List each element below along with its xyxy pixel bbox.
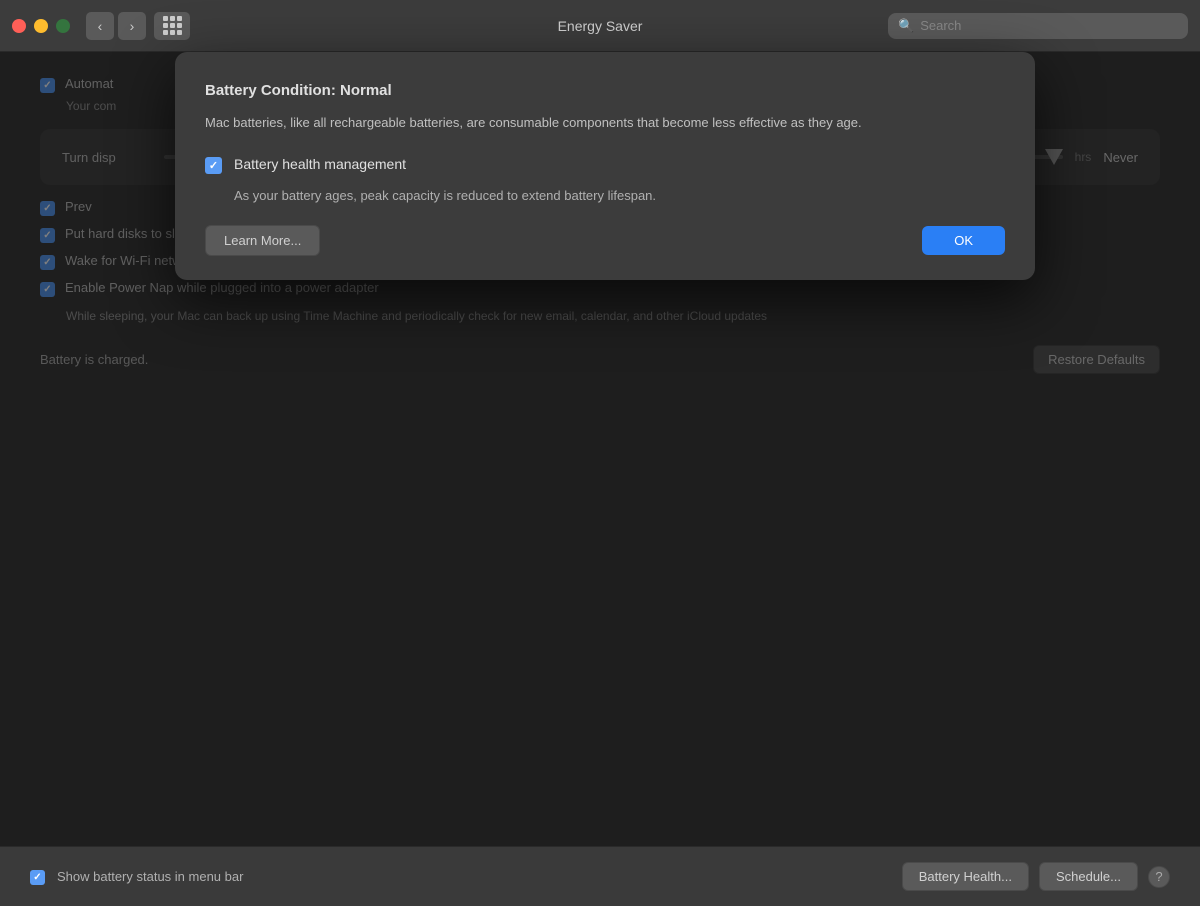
traffic-lights	[12, 19, 70, 33]
grid-icon	[163, 16, 182, 35]
grid-button[interactable]	[154, 12, 190, 40]
minimize-button[interactable]	[34, 19, 48, 33]
forward-button[interactable]: ›	[118, 12, 146, 40]
nav-buttons: ‹ ›	[86, 12, 190, 40]
health-mgmt-label: Battery health management	[234, 156, 406, 172]
maximize-button[interactable]	[56, 19, 70, 33]
health-mgmt-sublabel: As your battery ages, peak capacity is r…	[234, 186, 1005, 206]
search-input[interactable]	[920, 18, 1178, 33]
dialog-title: Battery Condition: Normal	[205, 82, 1005, 99]
show-battery-label: Show battery status in menu bar	[57, 869, 243, 884]
title-bar: ‹ › Energy Saver 🔍	[0, 0, 1200, 52]
health-mgmt-checkbox[interactable]	[205, 157, 222, 174]
battery-dialog: Battery Condition: Normal Mac batteries,…	[175, 52, 1035, 280]
search-bar[interactable]: 🔍	[888, 13, 1188, 39]
battery-health-button[interactable]: Battery Health...	[902, 862, 1029, 891]
help-button[interactable]: ?	[1148, 866, 1170, 888]
dialog-footer: Learn More... OK	[205, 225, 1005, 256]
bottom-bar: Show battery status in menu bar Battery …	[0, 846, 1200, 906]
health-mgmt-row: Battery health management	[205, 156, 1005, 174]
window-title: Energy Saver	[558, 18, 643, 34]
close-button[interactable]	[12, 19, 26, 33]
bottom-buttons: Battery Health... Schedule... ?	[902, 862, 1170, 891]
show-battery-checkbox[interactable]	[30, 870, 45, 885]
ok-button[interactable]: OK	[922, 226, 1005, 255]
dialog-description: Mac batteries, like all rechargeable bat…	[205, 113, 1005, 134]
learn-more-button[interactable]: Learn More...	[205, 225, 320, 256]
back-button[interactable]: ‹	[86, 12, 114, 40]
search-icon: 🔍	[898, 18, 914, 34]
schedule-button[interactable]: Schedule...	[1039, 862, 1138, 891]
